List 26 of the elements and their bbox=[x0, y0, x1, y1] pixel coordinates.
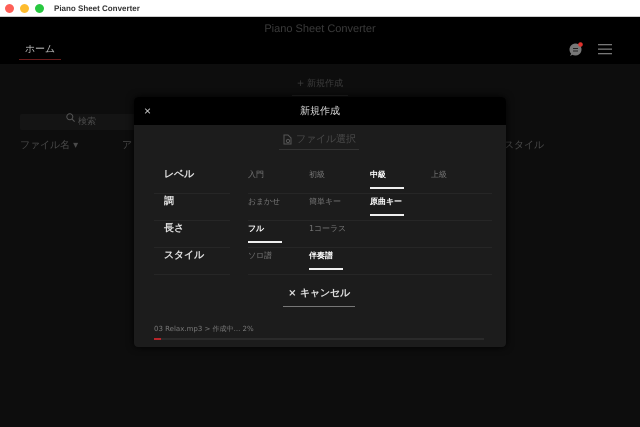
option[interactable]: 入門 bbox=[248, 167, 309, 193]
chat-icon[interactable] bbox=[569, 42, 583, 56]
column-header[interactable]: ア bbox=[122, 138, 132, 152]
setting-label: 調 bbox=[154, 194, 230, 221]
menu-icon[interactable] bbox=[598, 43, 612, 55]
zoom-button[interactable] bbox=[35, 4, 44, 12]
app-title: Piano Sheet Converter bbox=[263, 23, 377, 35]
close-button[interactable]: × bbox=[142, 104, 154, 118]
setting-label: レベル bbox=[154, 167, 230, 194]
minimize-button[interactable] bbox=[20, 4, 29, 12]
file-icon[interactable] bbox=[282, 134, 292, 144]
setting-label: 長さ bbox=[154, 221, 230, 248]
column-header[interactable]: ファイル名 ▾ bbox=[20, 138, 78, 152]
option[interactable]: 1コーラス bbox=[309, 221, 370, 247]
tab[interactable]: ホーム bbox=[19, 42, 61, 60]
option[interactable]: 簡単キー bbox=[309, 194, 370, 220]
dialog-title: 新規作成 bbox=[300, 104, 340, 118]
cancel-button[interactable]: × キャンセル bbox=[283, 286, 355, 307]
option[interactable]: おまかせ bbox=[248, 194, 309, 220]
close-button[interactable] bbox=[5, 4, 14, 12]
window-title: Piano Sheet Converter bbox=[54, 4, 140, 12]
option[interactable]: ソロ譜 bbox=[248, 248, 309, 274]
search-icon[interactable] bbox=[66, 113, 75, 122]
option[interactable]: 上級 bbox=[431, 167, 492, 193]
setting-label: スタイル bbox=[154, 248, 230, 275]
option[interactable]: 初級 bbox=[309, 167, 370, 193]
